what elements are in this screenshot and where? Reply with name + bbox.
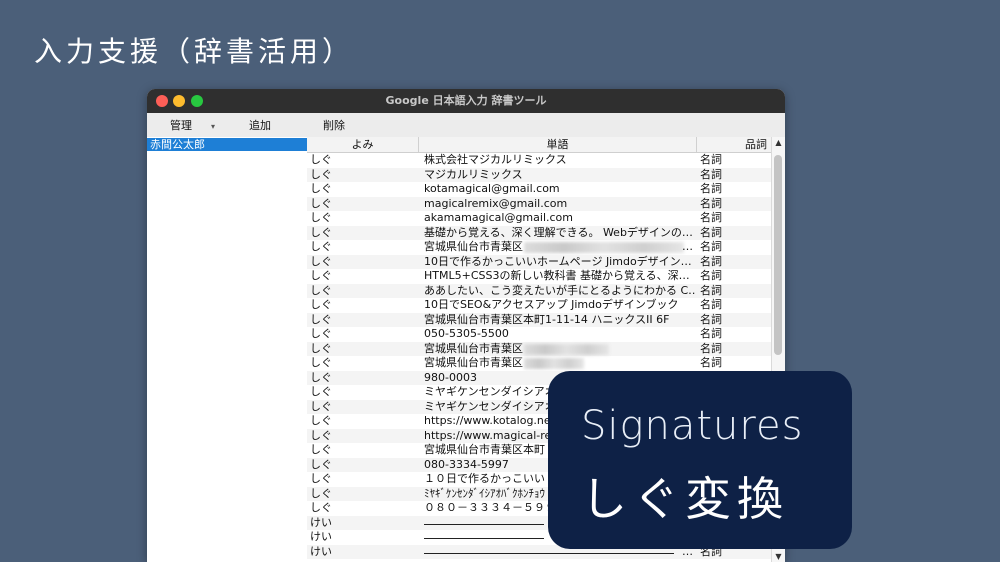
cell-yomi: しぐ bbox=[310, 428, 332, 442]
cell-yomi: しぐ bbox=[310, 167, 332, 181]
underline-line bbox=[424, 523, 544, 525]
cell-yomi: しぐ bbox=[310, 211, 332, 224]
cell-word: 050-5305-5500 bbox=[424, 327, 509, 340]
cell-yomi: しぐ bbox=[310, 472, 332, 485]
cell-yomi: しぐ bbox=[310, 240, 332, 253]
cell-word: 10日で作るかっこいいホームページ Jimdoデザイン… bbox=[424, 254, 692, 268]
cell-word: 10日でSEO&アクセスアップ Jimdoデザインブック bbox=[424, 298, 679, 311]
table-row[interactable]: しぐ 050-5305-5500 名詞 bbox=[307, 327, 772, 342]
table-row[interactable]: しぐ ああしたい、こう変えたいが手にとるようにわかる C… 名詞 bbox=[307, 283, 772, 298]
redacted-text bbox=[524, 358, 584, 369]
cell-yomi: けい bbox=[310, 515, 332, 529]
column-header-word[interactable]: 単語 bbox=[419, 137, 697, 152]
cell-yomi: しぐ bbox=[310, 385, 332, 398]
cell-yomi: しぐ bbox=[310, 298, 332, 311]
cell-pos: 名詞 bbox=[700, 341, 722, 355]
dictionary-list: 赤間公太郎 bbox=[147, 137, 308, 562]
table-row[interactable]: しぐ マジカルリミックス 名詞 bbox=[307, 167, 772, 182]
column-header-pos[interactable]: 品詞 bbox=[697, 137, 772, 152]
scroll-down-icon[interactable]: ▼ bbox=[772, 552, 785, 561]
cell-word: akamamagical@gmail.com bbox=[424, 211, 573, 224]
cell-pos: 名詞 bbox=[700, 254, 722, 268]
cell-word: HTML5+CSS3の新しい教科書 基礎から覚える、深… bbox=[424, 269, 690, 282]
scroll-up-icon[interactable]: ▲ bbox=[772, 138, 785, 147]
cell-pos: 名詞 bbox=[700, 312, 722, 326]
cell-pos: 名詞 bbox=[700, 283, 722, 297]
table-row[interactable]: しぐ 宮城県仙台市青葉区 名詞 bbox=[307, 356, 772, 371]
cell-yomi: しぐ bbox=[310, 269, 332, 282]
cell-yomi: しぐ bbox=[310, 341, 332, 355]
cell-word: kotamagical@gmail.com bbox=[424, 182, 560, 195]
cell-yomi: しぐ bbox=[310, 254, 332, 268]
table-header: よみ 単語 品詞 bbox=[307, 137, 785, 153]
cell-yomi: しぐ bbox=[310, 196, 332, 210]
table-row[interactable]: しぐ 10日でSEO&アクセスアップ Jimdoデザインブック 名詞 bbox=[307, 298, 772, 313]
redacted-text bbox=[524, 343, 609, 355]
column-header-yomi[interactable]: よみ bbox=[307, 137, 419, 152]
cell-yomi: しぐ bbox=[310, 486, 332, 500]
cell-yomi: しぐ bbox=[310, 399, 332, 413]
cell-pos: 名詞 bbox=[700, 240, 722, 253]
window-titlebar: Google 日本語入力 辞書ツール bbox=[147, 89, 785, 113]
cell-yomi: しぐ bbox=[310, 356, 332, 369]
cell-pos: 名詞 bbox=[700, 327, 722, 340]
cell-pos: 名詞 bbox=[700, 269, 722, 282]
overlay-subheading: しぐ変換 bbox=[581, 472, 789, 526]
add-button[interactable]: 追加 bbox=[249, 113, 271, 139]
cell-yomi: しぐ bbox=[310, 443, 332, 456]
window-title: Google 日本語入力 辞書ツール bbox=[385, 94, 547, 107]
cell-yomi: けい bbox=[310, 544, 332, 558]
delete-button[interactable]: 削除 bbox=[323, 113, 345, 139]
toolbar: 管理 ▾ 追加 削除 bbox=[147, 113, 785, 138]
cell-pos: 名詞 bbox=[700, 298, 722, 311]
table-row[interactable]: しぐ magicalremix@gmail.com 名詞 bbox=[307, 196, 772, 211]
cell-pos: 名詞 bbox=[700, 182, 722, 195]
cell-word: ああしたい、こう変えたいが手にとるようにわかる C… bbox=[424, 283, 696, 297]
table-row[interactable]: しぐ kotamagical@gmail.com 名詞 bbox=[307, 182, 772, 197]
table-row[interactable]: しぐ 10日で作るかっこいいホームページ Jimdoデザイン… 名詞 bbox=[307, 254, 772, 269]
close-window-button[interactable] bbox=[156, 95, 168, 107]
cell-yomi: しぐ bbox=[310, 501, 332, 514]
dictionary-item[interactable]: 赤間公太郎 bbox=[147, 138, 307, 151]
cell-yomi: けい bbox=[310, 530, 332, 543]
cell-word: 宮城県仙台市青葉区本町1-11-14 ハニックスII 6F bbox=[424, 312, 670, 326]
zoom-window-button[interactable] bbox=[191, 95, 203, 107]
cell-word: 株式会社マジカルリミックス bbox=[424, 153, 567, 166]
cell-pos: 名詞 bbox=[700, 196, 722, 210]
table-row[interactable]: しぐ 基礎から覚える、深く理解できる。 Webデザインの… 名詞 bbox=[307, 225, 772, 240]
cell-yomi: しぐ bbox=[310, 312, 332, 326]
cell-yomi: しぐ bbox=[310, 182, 332, 195]
cell-yomi: しぐ bbox=[310, 414, 332, 427]
cell-pos: 名詞 bbox=[700, 356, 722, 369]
overlay-heading: Signatures bbox=[581, 403, 804, 449]
table-row[interactable]: しぐ akamamagical@gmail.com 名詞 bbox=[307, 211, 772, 226]
underline-line bbox=[424, 552, 674, 554]
table-row[interactable]: しぐ HTML5+CSS3の新しい教科書 基礎から覚える、深… 名詞 bbox=[307, 269, 772, 284]
cell-word: magicalremix@gmail.com bbox=[424, 196, 568, 210]
cell-pos: 名詞 bbox=[700, 225, 722, 239]
cell-yomi: しぐ bbox=[310, 457, 332, 471]
signatures-overlay-card: Signatures しぐ変換 bbox=[548, 371, 852, 549]
cell-yomi: しぐ bbox=[310, 283, 332, 297]
table-row[interactable]: しぐ 宮城県仙台市青葉区 名詞 bbox=[307, 341, 772, 356]
cell-yomi: しぐ bbox=[310, 225, 332, 239]
cell-pos: 名詞 bbox=[700, 167, 722, 181]
cell-yomi: しぐ bbox=[310, 370, 332, 384]
manage-menu-button[interactable]: 管理 bbox=[170, 113, 192, 139]
scrollbar-thumb[interactable] bbox=[774, 155, 782, 355]
truncation-ellipsis: … bbox=[682, 240, 693, 253]
cell-word: 基礎から覚える、深く理解できる。 Webデザインの… bbox=[424, 225, 693, 239]
table-row[interactable]: しぐ 宮城県仙台市青葉区… 名詞 bbox=[307, 240, 772, 255]
table-row[interactable]: しぐ 株式会社マジカルリミックス 名詞 bbox=[307, 153, 772, 168]
cell-yomi: しぐ bbox=[310, 327, 332, 340]
cell-word: マジカルリミックス bbox=[424, 167, 523, 181]
table-row[interactable]: しぐ 宮城県仙台市青葉区本町1-11-14 ハニックスII 6F 名詞 bbox=[307, 312, 772, 327]
slide-title: 入力支援（辞書活用） bbox=[34, 35, 355, 68]
underline-line bbox=[424, 538, 544, 539]
cell-pos: 名詞 bbox=[700, 211, 722, 224]
cell-pos: 名詞 bbox=[700, 153, 722, 166]
cell-yomi: しぐ bbox=[310, 153, 332, 166]
minimize-window-button[interactable] bbox=[173, 95, 185, 107]
redacted-text bbox=[524, 242, 684, 253]
